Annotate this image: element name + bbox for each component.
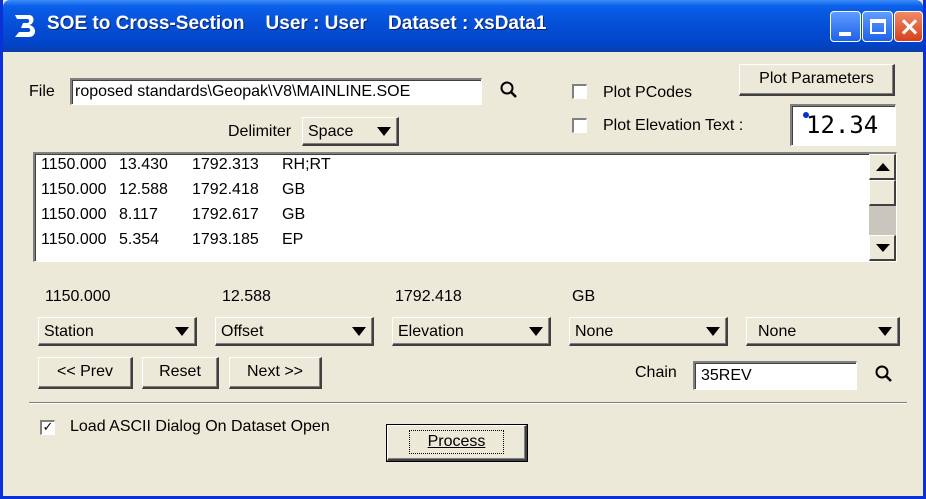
list-cell: 1150.000 xyxy=(41,156,107,173)
scroll-thumb[interactable] xyxy=(869,180,896,206)
plot-pcodes-label: Plot PCodes xyxy=(603,84,692,101)
maximize-button[interactable] xyxy=(862,11,893,42)
bentley-b-icon xyxy=(15,15,35,37)
chevron-down-icon xyxy=(878,327,892,336)
list-scrollbar[interactable] xyxy=(869,154,896,261)
plot-pcodes-checkbox[interactable] xyxy=(572,84,587,99)
scroll-track[interactable] xyxy=(869,206,896,235)
next-button[interactable]: Next >> xyxy=(229,357,322,389)
text-style-preview[interactable]: 12.34 xyxy=(790,104,896,146)
maximize-icon xyxy=(870,19,886,34)
process-button[interactable]: Process xyxy=(386,424,528,462)
close-icon: × xyxy=(898,12,921,42)
list-cell: RH;RT xyxy=(282,156,331,173)
delimiter-dropdown[interactable]: Space xyxy=(302,117,399,146)
list-cell: 12.588 xyxy=(119,181,168,198)
load-ascii-label: Load ASCII Dialog On Dataset Open xyxy=(70,418,330,435)
minimize-icon xyxy=(839,32,851,36)
list-cell: 1150.000 xyxy=(41,231,107,248)
list-cell: 1792.617 xyxy=(192,206,259,223)
separator xyxy=(29,402,907,404)
current-code-value: GB xyxy=(572,288,596,305)
list-cell: GB xyxy=(282,206,306,223)
window-title: SOE to Cross-Section User : User Dataset… xyxy=(47,13,547,34)
scroll-up-button[interactable] xyxy=(869,154,896,180)
chevron-down-icon xyxy=(706,327,720,336)
magnifier-icon[interactable] xyxy=(874,364,894,384)
reset-button[interactable]: Reset xyxy=(142,357,219,389)
column2-dropdown[interactable]: Offset xyxy=(215,317,374,346)
list-cell: 8.117 xyxy=(119,206,158,223)
chevron-down-icon xyxy=(529,327,543,336)
column1-value: Station xyxy=(44,323,94,340)
soe-records-list[interactable]: 1150.000 13.430 1792.313 RH;RT 1150.000 12.58… xyxy=(33,152,897,262)
process-label: Process xyxy=(408,430,505,454)
current-offset-value: 12.588 xyxy=(222,288,271,305)
list-cell: 1793.185 xyxy=(192,231,259,248)
list-cell: 5.354 xyxy=(119,231,160,248)
checkmark-icon: ✓ xyxy=(42,420,54,435)
list-cell: 1792.418 xyxy=(192,181,259,198)
arrow-up-icon xyxy=(876,163,890,171)
chevron-down-icon xyxy=(377,127,391,136)
column3-dropdown[interactable]: Elevation xyxy=(392,317,551,346)
plot-elevation-text-label: Plot Elevation Text : xyxy=(603,117,744,134)
title-bar[interactable]: SOE to Cross-Section User : User Dataset… xyxy=(3,0,923,52)
plot-parameters-button[interactable]: Plot Parameters xyxy=(739,64,895,96)
text-preview-value: 12.34 xyxy=(806,111,879,139)
delimiter-value: Space xyxy=(308,123,354,140)
list-cell: 1150.000 xyxy=(41,181,107,198)
column4-dropdown[interactable]: None xyxy=(569,317,728,346)
list-cell: EP xyxy=(282,231,304,248)
chain-label: Chain xyxy=(635,364,677,381)
chevron-down-icon xyxy=(175,327,189,336)
file-path-field[interactable]: roposed standards\Geopak\V8\MAINLINE.SOE xyxy=(70,78,482,105)
magnifier-icon[interactable] xyxy=(499,80,519,100)
close-button[interactable]: × xyxy=(894,11,923,42)
chevron-down-icon xyxy=(352,327,366,336)
list-cell: 1150.000 xyxy=(41,206,107,223)
arrow-down-icon xyxy=(876,244,890,252)
file-label: File xyxy=(29,83,55,100)
column2-value: Offset xyxy=(221,323,264,340)
delimiter-label: Delimiter xyxy=(228,123,292,140)
prev-button[interactable]: << Prev xyxy=(38,357,133,389)
minimize-button[interactable] xyxy=(830,11,861,42)
column5-dropdown[interactable]: None xyxy=(746,317,900,346)
current-elevation-value: 1792.418 xyxy=(395,288,462,305)
column3-value: Elevation xyxy=(398,323,464,340)
chain-field[interactable]: 35REV xyxy=(693,361,857,390)
column5-value: None xyxy=(758,323,797,340)
column4-value: None xyxy=(575,323,614,340)
load-ascii-checkbox[interactable]: ✓ xyxy=(40,420,55,435)
scroll-down-button[interactable] xyxy=(869,235,896,261)
list-cell: GB xyxy=(282,181,306,198)
list-cell: 1792.313 xyxy=(192,156,259,173)
column1-dropdown[interactable]: Station xyxy=(38,317,197,346)
list-cell: 13.430 xyxy=(119,156,168,173)
plot-elevation-text-checkbox[interactable] xyxy=(572,118,587,133)
soe-dialog-window: SOE to Cross-Section User : User Dataset… xyxy=(0,0,926,499)
current-station-value: 1150.000 xyxy=(45,288,111,305)
